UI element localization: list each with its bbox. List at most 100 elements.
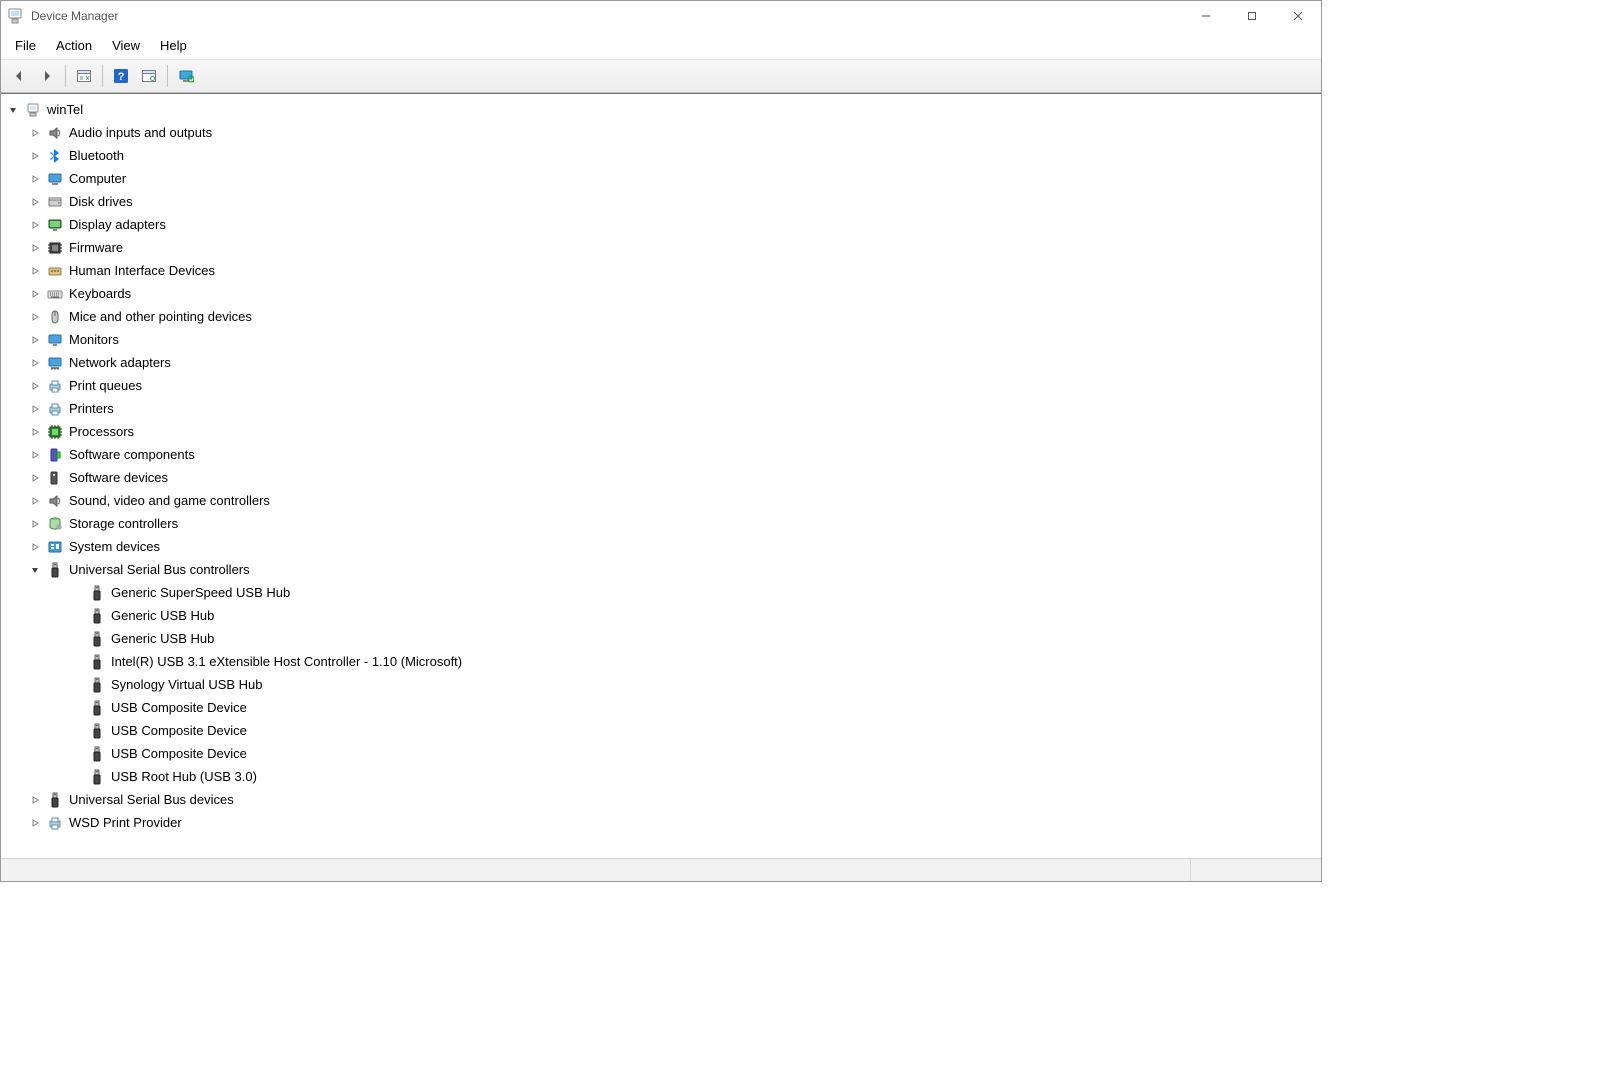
toolbar-separator [102, 65, 103, 87]
device-manager-window: Device Manager File Action View Help ? [0, 0, 1322, 882]
tree-node-monitor-9[interactable]: Monitors [5, 328, 1321, 351]
help-button[interactable]: ? [108, 63, 134, 89]
chevron-right-icon[interactable] [27, 378, 43, 394]
tree-node-cpu-13[interactable]: Processors [5, 420, 1321, 443]
device-tree[interactable]: winTelAudio inputs and outputsBluetoothC… [1, 94, 1321, 858]
tree-node-swcomp-14[interactable]: Software components [5, 443, 1321, 466]
arrow-spacer [69, 677, 85, 693]
system-icon [47, 539, 63, 555]
tree-node-label: Display adapters [69, 217, 166, 232]
display-icon [47, 217, 63, 233]
tree-node-child-19-7[interactable]: USB Composite Device [5, 742, 1321, 765]
tree-node-mouse-8[interactable]: Mice and other pointing devices [5, 305, 1321, 328]
app-icon [7, 8, 23, 24]
tree-node-display-4[interactable]: Display adapters [5, 213, 1321, 236]
chevron-right-icon[interactable] [27, 355, 43, 371]
properties-button[interactable] [136, 63, 162, 89]
tree-node-child-19-1[interactable]: Generic USB Hub [5, 604, 1321, 627]
usb-icon [89, 677, 105, 693]
tree-node-storage-17[interactable]: Storage controllers [5, 512, 1321, 535]
audio-icon [47, 125, 63, 141]
chevron-right-icon[interactable] [27, 148, 43, 164]
close-button[interactable] [1275, 1, 1321, 31]
tree-node-usb-20[interactable]: Universal Serial Bus devices [5, 788, 1321, 811]
menubar: File Action View Help [1, 31, 1321, 60]
chevron-right-icon[interactable] [27, 240, 43, 256]
bluetooth-icon [47, 148, 63, 164]
tree-node-keyboard-7[interactable]: Keyboards [5, 282, 1321, 305]
printer-icon [47, 401, 63, 417]
minimize-button[interactable] [1183, 1, 1229, 31]
arrow-spacer [69, 700, 85, 716]
menu-action[interactable]: Action [46, 36, 102, 55]
maximize-button[interactable] [1229, 1, 1275, 31]
tree-node-label: Disk drives [69, 194, 133, 209]
menu-file[interactable]: File [5, 36, 46, 55]
chevron-right-icon[interactable] [27, 332, 43, 348]
tree-node-child-19-4[interactable]: Synology Virtual USB Hub [5, 673, 1321, 696]
chevron-right-icon[interactable] [27, 401, 43, 417]
chevron-right-icon[interactable] [27, 470, 43, 486]
nav-forward-button[interactable] [34, 63, 60, 89]
tree-node-child-19-3[interactable]: Intel(R) USB 3.1 eXtensible Host Control… [5, 650, 1321, 673]
tree-node-label: USB Composite Device [111, 746, 247, 761]
tree-node-root[interactable]: winTel [5, 98, 1321, 121]
tree-node-audio-16[interactable]: Sound, video and game controllers [5, 489, 1321, 512]
tree-node-printer-12[interactable]: Printers [5, 397, 1321, 420]
tree-node-label: Software devices [69, 470, 168, 485]
tree-node-firmware-5[interactable]: Firmware [5, 236, 1321, 259]
chevron-right-icon[interactable] [27, 263, 43, 279]
tree-node-child-19-5[interactable]: USB Composite Device [5, 696, 1321, 719]
menu-help[interactable]: Help [150, 36, 197, 55]
usb-icon [89, 723, 105, 739]
chevron-right-icon[interactable] [27, 125, 43, 141]
chevron-right-icon[interactable] [27, 194, 43, 210]
scan-hardware-button[interactable] [173, 63, 199, 89]
status-cell [1, 859, 1191, 881]
toolbar: ? [1, 60, 1321, 93]
nav-back-button[interactable] [6, 63, 32, 89]
chevron-right-icon[interactable] [27, 217, 43, 233]
audio-icon [47, 493, 63, 509]
tree-node-child-19-8[interactable]: USB Root Hub (USB 3.0) [5, 765, 1321, 788]
tree-node-child-19-2[interactable]: Generic USB Hub [5, 627, 1321, 650]
cpu-icon [47, 424, 63, 440]
menu-view[interactable]: View [102, 36, 150, 55]
disk-icon [47, 194, 63, 210]
network-icon [47, 355, 63, 371]
chevron-right-icon[interactable] [27, 447, 43, 463]
tree-node-child-19-0[interactable]: Generic SuperSpeed USB Hub [5, 581, 1321, 604]
tree-node-child-19-6[interactable]: USB Composite Device [5, 719, 1321, 742]
tree-node-computer-2[interactable]: Computer [5, 167, 1321, 190]
tree-node-usb-19[interactable]: Universal Serial Bus controllers [5, 558, 1321, 581]
tree-node-label: Monitors [69, 332, 119, 347]
tree-node-system-18[interactable]: System devices [5, 535, 1321, 558]
titlebar: Device Manager [1, 1, 1321, 31]
chevron-right-icon[interactable] [27, 539, 43, 555]
chevron-right-icon[interactable] [27, 309, 43, 325]
svg-text:?: ? [118, 71, 125, 83]
chevron-right-icon[interactable] [27, 815, 43, 831]
tree-node-disk-3[interactable]: Disk drives [5, 190, 1321, 213]
tree-node-label: Processors [69, 424, 134, 439]
tree-node-swdev-15[interactable]: Software devices [5, 466, 1321, 489]
tree-node-audio-0[interactable]: Audio inputs and outputs [5, 121, 1321, 144]
show-hidden-button[interactable] [71, 63, 97, 89]
chevron-down-icon[interactable] [27, 562, 43, 578]
tree-node-wsd-21[interactable]: WSD Print Provider [5, 811, 1321, 834]
tree-node-hid-6[interactable]: Human Interface Devices [5, 259, 1321, 282]
usb-icon [89, 631, 105, 647]
tree-node-bluetooth-1[interactable]: Bluetooth [5, 144, 1321, 167]
chevron-down-icon[interactable] [5, 102, 21, 118]
chevron-right-icon[interactable] [27, 171, 43, 187]
chevron-right-icon[interactable] [27, 286, 43, 302]
wsd-icon [47, 815, 63, 831]
chevron-right-icon[interactable] [27, 424, 43, 440]
tree-node-label: Generic USB Hub [111, 608, 214, 623]
tree-node-printq-11[interactable]: Print queues [5, 374, 1321, 397]
mouse-icon [47, 309, 63, 325]
chevron-right-icon[interactable] [27, 493, 43, 509]
tree-node-network-10[interactable]: Network adapters [5, 351, 1321, 374]
chevron-right-icon[interactable] [27, 792, 43, 808]
chevron-right-icon[interactable] [27, 516, 43, 532]
